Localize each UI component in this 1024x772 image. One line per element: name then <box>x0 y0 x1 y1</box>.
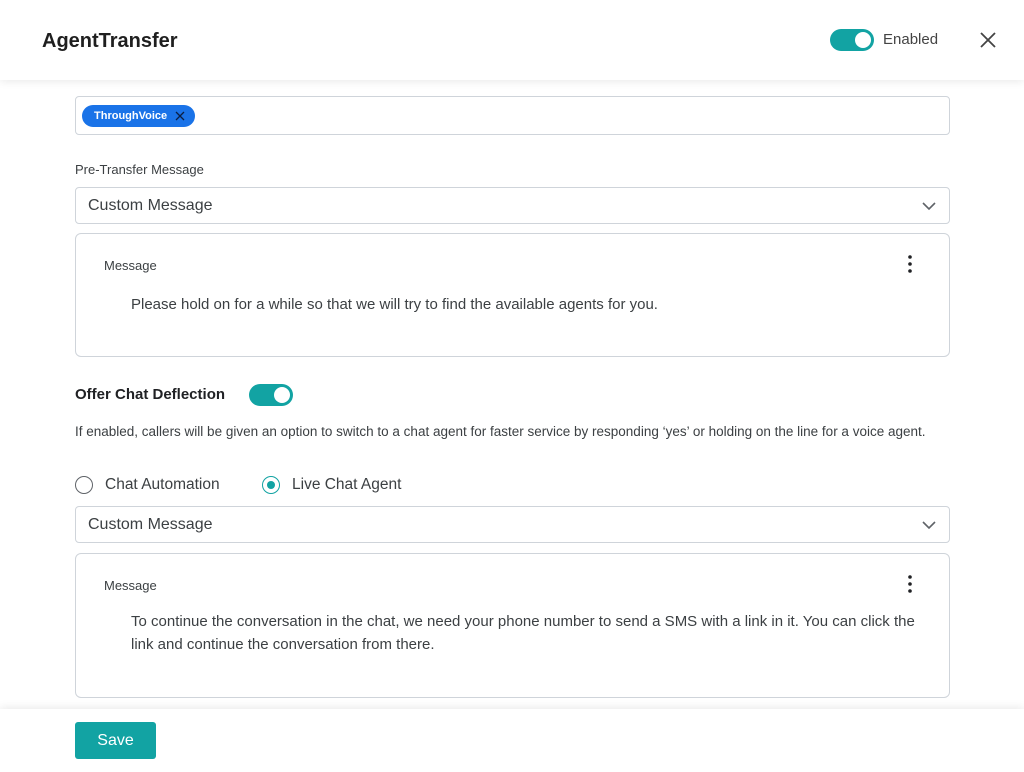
radio-live-chat-agent[interactable]: Live Chat Agent <box>262 476 401 494</box>
dialog-header: AgentTransfer Enabled <box>0 0 1024 80</box>
chevron-down-icon <box>922 202 936 211</box>
radio-label: Chat Automation <box>105 476 220 493</box>
pre-transfer-select[interactable]: Custom Message <box>75 187 950 224</box>
toggle-knob <box>274 387 290 403</box>
select-value: Custom Message <box>88 516 213 533</box>
enabled-label: Enabled <box>883 31 939 48</box>
offer-chat-deflection-label: Offer Chat Deflection <box>75 386 226 403</box>
close-icon[interactable] <box>976 28 1000 52</box>
select-value: Custom Message <box>88 197 213 214</box>
chevron-down-icon <box>922 521 936 530</box>
radio-chat-automation[interactable]: Chat Automation <box>75 476 220 494</box>
dialog-title: AgentTransfer <box>42 30 178 52</box>
chat-deflection-toggle[interactable] <box>249 384 293 406</box>
more-options-icon[interactable] <box>902 574 918 594</box>
toggle-knob <box>855 32 871 48</box>
chip-label: ThroughVoice <box>94 110 168 122</box>
deflection-help-text: If enabled, callers will be given an opt… <box>75 424 926 439</box>
radio-unselected-icon <box>75 476 93 494</box>
radio-selected-icon <box>262 476 280 494</box>
chip-through-voice[interactable]: ThroughVoice <box>82 105 196 127</box>
message-label: Message <box>104 578 157 593</box>
dialog-footer: Save <box>0 709 1024 772</box>
message-text[interactable]: Please hold on for a while so that we wi… <box>131 293 921 316</box>
deflection-message-box[interactable]: Message To continue the conversation in … <box>75 553 950 698</box>
pre-transfer-label: Pre-Transfer Message <box>75 162 204 177</box>
remove-chip-icon[interactable] <box>175 111 185 121</box>
chip-input[interactable]: ThroughVoice <box>75 96 950 135</box>
save-button[interactable]: Save <box>75 722 156 759</box>
message-text[interactable]: To continue the conversation in the chat… <box>131 610 921 656</box>
message-label: Message <box>104 258 157 273</box>
radio-label: Live Chat Agent <box>292 476 402 493</box>
deflection-message-select[interactable]: Custom Message <box>75 506 950 543</box>
more-options-icon[interactable] <box>902 254 918 274</box>
enabled-toggle[interactable] <box>830 29 874 51</box>
pre-transfer-message-box[interactable]: Message Please hold on for a while so th… <box>75 233 950 357</box>
